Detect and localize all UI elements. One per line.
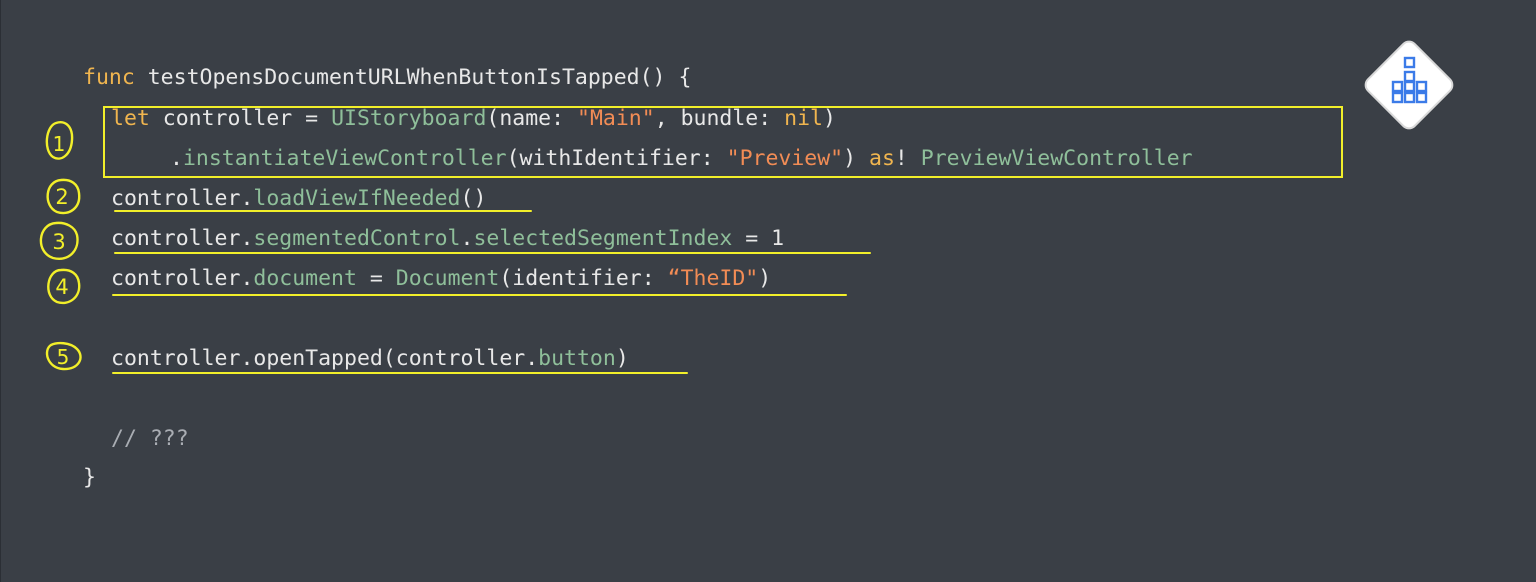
code-token: // ??? — [111, 426, 189, 451]
code-token: selectedSegmentIndex — [473, 226, 733, 251]
underline-step-4 — [112, 294, 847, 296]
underline-step-3 — [114, 252, 871, 254]
code-token: = — [356, 266, 396, 291]
underline-step-2 — [114, 210, 532, 212]
code-token: ) — [758, 266, 772, 291]
code-token: (identifier: — [499, 266, 668, 291]
code-token: button — [538, 346, 616, 371]
code-token: testOpensDocumentURLWhenButtonIsTapped()… — [147, 65, 692, 90]
code-token: } — [83, 465, 96, 490]
code-token: . — [460, 226, 474, 251]
code-token: segmentedControl — [253, 226, 461, 251]
code-token: () — [460, 186, 487, 211]
code-token: controller. — [111, 226, 254, 251]
code-token: controller. — [111, 266, 254, 291]
code-line-comment: // ??? — [111, 424, 189, 454]
code-token: document — [253, 266, 357, 291]
slide-background: func testOpensDocumentURLWhenButtonIsTap… — [0, 0, 1536, 582]
code-token: func — [83, 65, 148, 90]
code-line-segmented-control: controller.segmentedControl.selectedSegm… — [111, 224, 784, 254]
code-line-func: func testOpensDocumentURLWhenButtonIsTap… — [83, 63, 691, 93]
code-token: = 1 — [732, 226, 785, 251]
code-line-document: controller.document = Document(identifie… — [111, 264, 771, 294]
code-block: func testOpensDocumentURLWhenButtonIsTap… — [1, 0, 1536, 582]
code-token: ) — [615, 346, 629, 371]
code-token: loadViewIfNeeded — [253, 186, 461, 211]
code-line-closing-brace: } — [83, 463, 96, 493]
code-line-open-tapped: controller.openTapped(controller.button) — [111, 344, 629, 374]
code-token: “TheID" — [667, 266, 759, 291]
code-token: Document — [395, 266, 500, 291]
underline-step-5 — [112, 372, 688, 374]
highlight-box-step-1 — [103, 106, 1343, 178]
code-token: controller.openTapped(controller. — [111, 346, 539, 371]
code-token: controller. — [111, 186, 254, 211]
building-blocks-icon — [1364, 40, 1454, 130]
